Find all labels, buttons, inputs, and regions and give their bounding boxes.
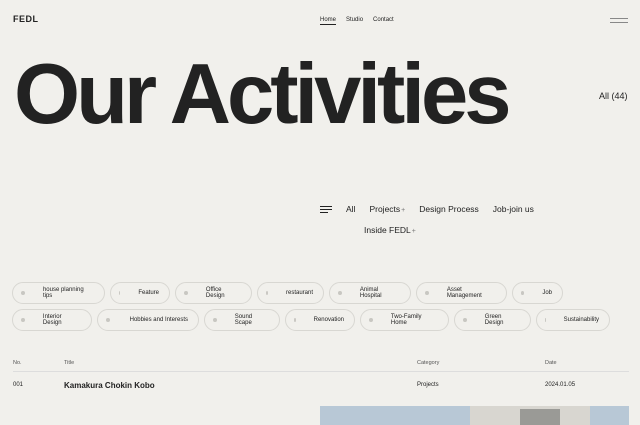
- row-date: 2024.01.05: [545, 382, 576, 388]
- tag-label: Renovation: [313, 317, 344, 323]
- tag-chip[interactable]: Job: [512, 282, 563, 304]
- tag-chip[interactable]: restaurant: [257, 282, 324, 304]
- filter-job[interactable]: Job-join us: [493, 204, 534, 214]
- tag-label: house planning tips: [42, 287, 84, 299]
- tag-label: restaurant: [285, 290, 313, 296]
- tag-chip[interactable]: Sound Scape: [204, 309, 280, 331]
- tag-chip[interactable]: Interior Design: [12, 309, 92, 331]
- filter-design-process[interactable]: Design Process: [419, 204, 479, 214]
- tag-label: Feature: [138, 290, 159, 296]
- filter-projects-label: Projects: [369, 204, 401, 214]
- plus-icon: +: [401, 207, 406, 214]
- building-shape: [520, 409, 560, 425]
- tag-chip[interactable]: Green Design: [454, 309, 531, 331]
- tag-label: Green Design: [484, 314, 504, 326]
- col-category: Category: [417, 360, 440, 366]
- tag-list: house planning tips Feature Office Desig…: [12, 282, 632, 336]
- tag-chip[interactable]: Hobbies and Interests: [97, 309, 199, 331]
- tag-label: Office Design: [205, 287, 225, 299]
- nav-contact[interactable]: Contact: [373, 17, 394, 25]
- row-no: 001: [13, 382, 24, 388]
- tag-chip[interactable]: Renovation: [285, 309, 355, 331]
- tag-chip[interactable]: Animal Hospital: [329, 282, 411, 304]
- main-nav: Home Studio Contact: [320, 17, 394, 25]
- dot-icon: [106, 318, 110, 322]
- total-count[interactable]: All (44): [599, 91, 628, 101]
- page-title: Our Activities: [14, 47, 512, 142]
- project-thumbnail[interactable]: [320, 406, 629, 425]
- tag-chip[interactable]: Sustainability: [536, 309, 610, 331]
- filter-inside-fedl-label: Inside FEDL: [364, 225, 411, 235]
- col-title: Title: [64, 360, 75, 366]
- tag-label: Sustainability: [563, 317, 599, 323]
- col-no: No.: [13, 360, 22, 366]
- filter-icon[interactable]: [320, 205, 332, 213]
- tag-chip[interactable]: house planning tips: [12, 282, 105, 304]
- tag-chip[interactable]: Feature: [110, 282, 170, 304]
- filter-inside-fedl[interactable]: Inside FEDL+: [364, 225, 416, 235]
- hamburger-menu-icon[interactable]: [610, 18, 628, 23]
- tag-label: Two-Family Home: [390, 314, 422, 326]
- divider: [13, 371, 629, 372]
- logo[interactable]: FEDL: [13, 14, 39, 24]
- row-title[interactable]: Kamakura Chokin Kobo: [64, 381, 155, 390]
- tag-label: Animal Hospital: [359, 287, 382, 299]
- tag-label: Job: [542, 290, 552, 296]
- col-date: Date: [545, 360, 557, 366]
- tag-chip[interactable]: Office Design: [175, 282, 252, 304]
- category-filters: All Projects+ Design Process Job-join us…: [320, 202, 560, 237]
- tag-label: Asset Management: [446, 287, 482, 299]
- nav-studio[interactable]: Studio: [346, 17, 363, 25]
- tag-chip[interactable]: Asset Management: [416, 282, 507, 304]
- plus-icon: +: [411, 228, 416, 235]
- filter-projects[interactable]: Projects+: [369, 204, 405, 214]
- tag-chip[interactable]: Two-Family Home: [360, 309, 449, 331]
- filter-all[interactable]: All: [346, 204, 355, 214]
- tag-label: Hobbies and Interests: [129, 317, 188, 323]
- row-category: Projects: [417, 382, 439, 388]
- nav-home[interactable]: Home: [320, 17, 337, 25]
- tag-label: Sound Scape: [234, 314, 253, 326]
- tag-label: Interior Design: [42, 314, 62, 326]
